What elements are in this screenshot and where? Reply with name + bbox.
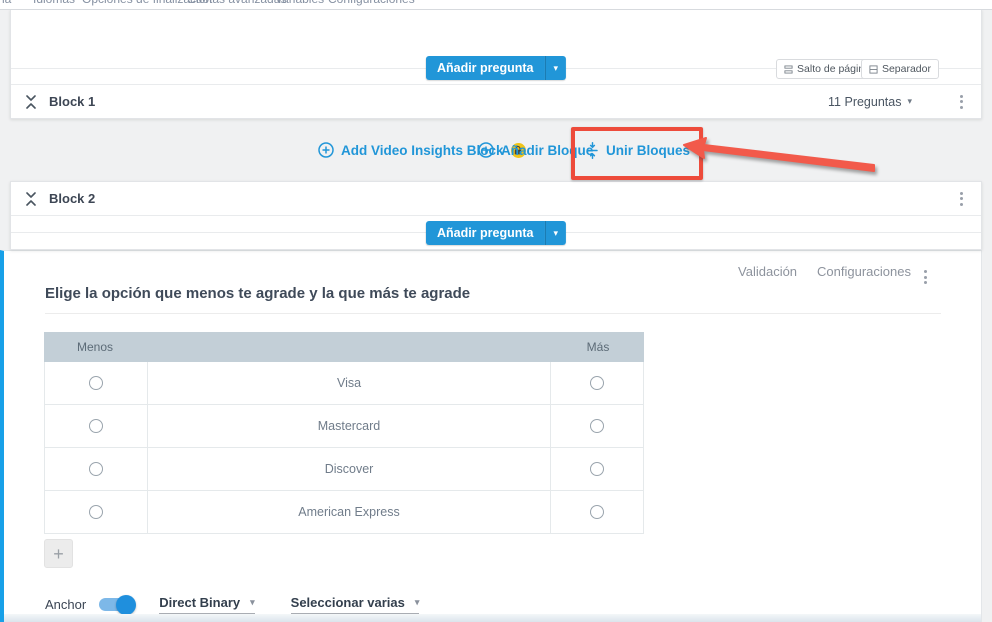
table-header-row: Menos Más: [44, 332, 644, 362]
radio-menos[interactable]: [89, 419, 103, 433]
plus-circle-icon: [478, 142, 494, 158]
table-row: Mastercard: [44, 405, 644, 448]
nav-item-configuraciones[interactable]: Configuraciones: [328, 0, 415, 9]
radio-menos[interactable]: [89, 462, 103, 476]
plus-circle-icon: [318, 142, 334, 158]
add-question-button[interactable]: Añadir pregunta: [425, 56, 545, 80]
choice-label[interactable]: Mastercard: [318, 419, 381, 433]
add-question-dropdown-button[interactable]: ▾: [544, 56, 567, 80]
table-row: Visa: [44, 362, 644, 405]
nav-item-cuotas[interactable]: Cuotas avanzadas: [187, 0, 286, 9]
top-nav: ia Idiomas Opciones de finalización Cuot…: [0, 0, 992, 10]
add-question-split-button: Añadir pregunta ▾: [425, 221, 567, 245]
radio-mas[interactable]: [590, 505, 604, 519]
header-menos: Menos: [76, 340, 114, 354]
chevron-down-icon: ▾: [907, 96, 912, 106]
choice-label[interactable]: American Express: [298, 505, 399, 519]
choice-label[interactable]: Visa: [337, 376, 361, 390]
chevron-down-icon: ▾: [250, 597, 255, 607]
annotation-arrow: [683, 137, 875, 172]
radio-menos[interactable]: [89, 505, 103, 519]
model-dropdown[interactable]: Direct Binary ▾: [159, 595, 255, 614]
validation-link[interactable]: Validación: [738, 264, 797, 279]
selection-dropdown[interactable]: Seleccionar varias ▾: [290, 595, 420, 614]
question-editor-panel: Validación Configuraciones Elige la opci…: [0, 250, 982, 622]
nav-item[interactable]: ia: [2, 0, 11, 9]
separator-chip[interactable]: Separador: [860, 59, 939, 79]
radio-menos[interactable]: [89, 376, 103, 390]
question-toolbar: Validación Configuraciones: [738, 264, 911, 279]
page-break-icon: [784, 64, 793, 74]
block2-header: Block 2: [11, 182, 981, 216]
block2-options-kebab[interactable]: [956, 188, 967, 210]
nav-item-variables[interactable]: Variables: [275, 0, 324, 9]
block2-title[interactable]: Block 2: [49, 191, 95, 206]
block1-title[interactable]: Block 1: [49, 94, 95, 109]
block2-card: Block 2 Añadir pregunta ▾: [10, 181, 982, 250]
collapse-block-icon[interactable]: [24, 191, 38, 207]
add-question-dropdown-button[interactable]: ▾: [544, 221, 567, 245]
chevron-down-icon: ▾: [553, 227, 559, 238]
add-question-button[interactable]: Añadir pregunta: [425, 221, 545, 245]
separator-label: Separador: [881, 63, 931, 75]
question-controls: Anchor Direct Binary ▾ Seleccionar varia…: [45, 594, 420, 615]
radio-mas[interactable]: [590, 376, 604, 390]
nav-item-idiomas[interactable]: Idiomas: [33, 0, 75, 9]
chevron-down-icon: ▾: [553, 62, 559, 73]
question-title[interactable]: Elige la opción que menos te agrade y la…: [45, 285, 941, 314]
toggle-knob: [116, 594, 137, 615]
separator-icon: [869, 64, 878, 74]
block1-card: Añadir pregunta ▾ Salto de página Separa…: [10, 9, 982, 119]
block1-header: Block 1 11 Preguntas ▾: [11, 84, 981, 118]
header-spacer: [146, 332, 552, 362]
annotation-highlight-box: [571, 127, 703, 180]
collapse-block-icon[interactable]: [24, 94, 38, 110]
maxdiff-table: Menos Más Visa Mastercard Discover Ameri…: [44, 332, 644, 534]
add-question-split-button: Añadir pregunta ▾: [425, 56, 567, 80]
choice-label[interactable]: Discover: [325, 462, 374, 476]
page-break-label: Salto de página: [797, 63, 870, 75]
header-mas: Más: [586, 340, 610, 354]
table-row: American Express: [44, 491, 644, 534]
questions-count-dropdown[interactable]: 11 Preguntas ▾: [828, 95, 912, 109]
panel-bottom-edge: [4, 614, 981, 622]
anchor-toggle[interactable]: [99, 594, 137, 615]
block1-options-kebab[interactable]: [956, 91, 967, 113]
settings-link[interactable]: Configuraciones: [817, 264, 911, 279]
anchor-label: Anchor: [45, 597, 87, 612]
table-row: Discover: [44, 448, 644, 491]
survey-builder-page: ia Idiomas Opciones de finalización Cuot…: [0, 0, 992, 622]
radio-mas[interactable]: [590, 419, 604, 433]
radio-mas[interactable]: [590, 462, 604, 476]
add-choice-button[interactable]: +: [44, 539, 73, 568]
chevron-down-icon: ▾: [414, 597, 420, 607]
